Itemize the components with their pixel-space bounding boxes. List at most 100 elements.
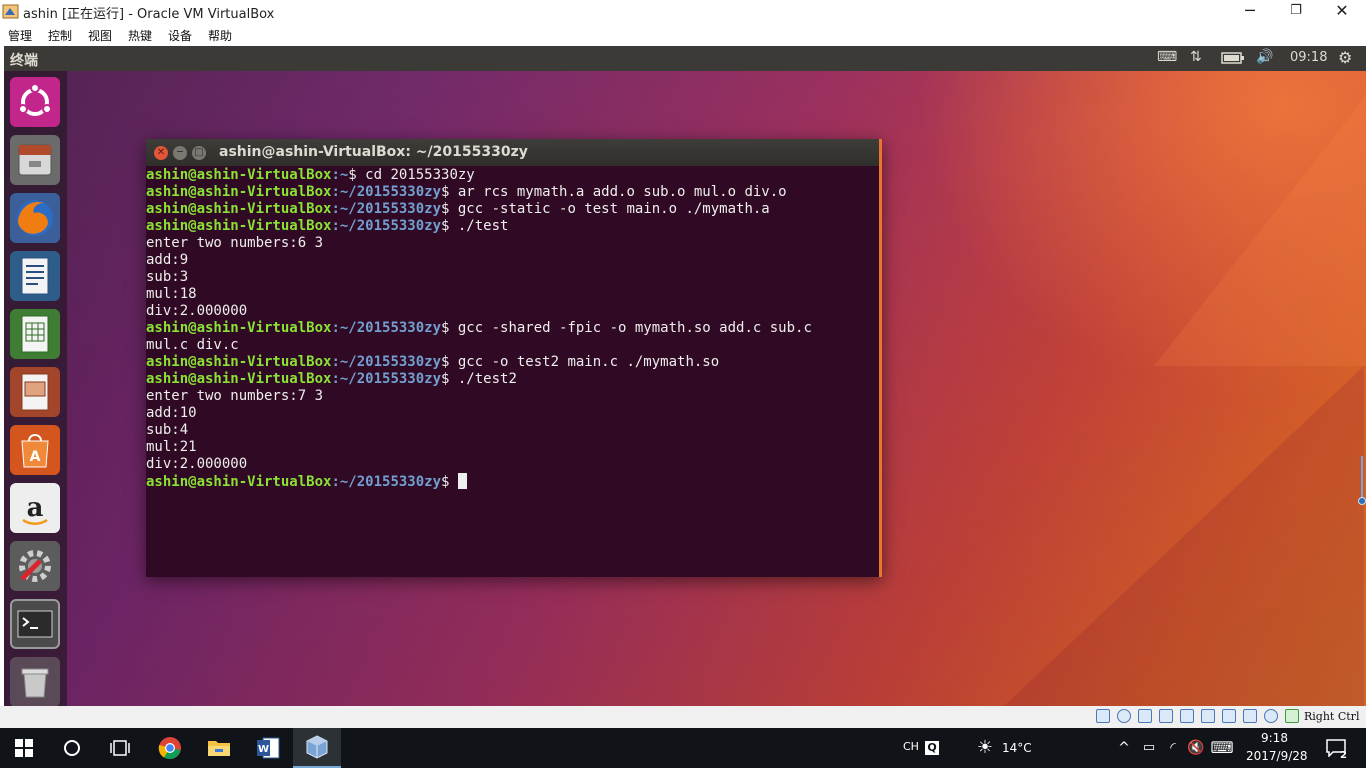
terminal-icon[interactable]: [10, 599, 60, 649]
software-center-icon[interactable]: A: [10, 425, 60, 475]
wifi-icon[interactable]: ◜: [1161, 728, 1185, 768]
close-button[interactable]: ✕: [1319, 0, 1365, 23]
terminal-prompt-line: ashin@ashin-VirtualBox:~/20155330zy$ ./t…: [146, 371, 517, 388]
shared-folders-icon[interactable]: [1201, 709, 1215, 723]
taskbar-time[interactable]: 9:18: [1261, 731, 1288, 745]
notification-count-badge: 2: [1340, 750, 1347, 761]
menu-help[interactable]: 帮助: [208, 27, 232, 44]
command-text: $: [441, 474, 458, 490]
temperature-label[interactable]: 14°C: [1002, 741, 1032, 755]
prompt-path: :~: [331, 167, 349, 183]
start-button[interactable]: [0, 728, 48, 768]
vbox-titlebar: ashin [正在运行] - Oracle VM VirtualBox ─ ❐ …: [0, 0, 1366, 23]
terminal-output-line: mul.c div.c: [146, 337, 239, 353]
network-icon[interactable]: ⇅: [1190, 49, 1202, 65]
trash-icon[interactable]: [10, 657, 60, 706]
prompt-path: :~/20155330zy: [331, 371, 442, 387]
prompt-user: ashin@ashin-VirtualBox: [146, 184, 332, 200]
terminal-output-line: sub:4: [146, 422, 189, 438]
terminal-prompt-line: ashin@ashin-VirtualBox:~/20155330zy$ gcc…: [146, 320, 812, 337]
volume-muted-icon[interactable]: 🔇: [1184, 728, 1208, 768]
guest-scroll-indicator[interactable]: [1358, 456, 1366, 506]
ime-mode-icon[interactable]: Q: [920, 728, 944, 768]
display-icon[interactable]: [1222, 709, 1236, 723]
terminal-close-button[interactable]: ✕: [154, 146, 168, 160]
terminal-output-line: enter two numbers:7 3: [146, 388, 324, 404]
chrome-icon[interactable]: [146, 728, 194, 768]
gear-icon[interactable]: ⚙: [1338, 48, 1352, 67]
vbox-menubar: 管理 控制 视图 热键 设备 帮助: [0, 23, 1366, 45]
firefox-icon[interactable]: [10, 193, 60, 243]
windows-taskbar: W CH Q ☀ 14°C ^ ▭ ◜ 🔇 ⌨ 9:18 2017/9/28 2: [0, 728, 1366, 768]
search-button[interactable]: [48, 728, 96, 768]
optical-drive-icon[interactable]: [1117, 709, 1131, 723]
terminal-window[interactable]: ✕ ─ □ ashin@ashin-VirtualBox: ~/20155330…: [146, 139, 882, 577]
restore-button[interactable]: ❐: [1273, 0, 1319, 23]
network-adapter-icon[interactable]: [1159, 709, 1173, 723]
terminal-output-line: div:2.000000: [146, 303, 248, 319]
terminal-output-line: enter two numbers:6 3: [146, 235, 324, 251]
prompt-path: :~/20155330zy: [331, 184, 442, 200]
ubuntu-dash-icon[interactable]: [10, 77, 60, 127]
menu-devices[interactable]: 设备: [168, 27, 192, 44]
video-capture-icon[interactable]: [1243, 709, 1257, 723]
calc-icon[interactable]: [10, 309, 60, 359]
terminal-prompt-line: ashin@ashin-VirtualBox:~/20155330zy$ ./t…: [146, 218, 508, 235]
mouse-integration-icon[interactable]: [1285, 709, 1299, 723]
wallpaper-facet: [1154, 86, 1366, 366]
virtualbox-taskbar-icon[interactable]: [293, 728, 341, 768]
cpu-icon[interactable]: [1264, 709, 1278, 723]
keyboard-icon[interactable]: ⌨: [1208, 728, 1236, 768]
file-explorer-icon[interactable]: [195, 728, 243, 768]
battery-icon[interactable]: ▭: [1137, 728, 1161, 768]
svg-text:a: a: [27, 493, 44, 523]
menu-view[interactable]: 视图: [88, 27, 112, 44]
action-center-button[interactable]: [1316, 728, 1356, 768]
unity-launcher: A a: [4, 71, 67, 706]
terminal-titlebar[interactable]: ✕ ─ □ ashin@ashin-VirtualBox: ~/20155330…: [146, 139, 879, 166]
svg-text:A: A: [30, 449, 41, 465]
terminal-output[interactable]: ashin@ashin-VirtualBox:~$ cd 20155330zy a…: [146, 167, 876, 577]
command-text: $ cd 20155330zy: [348, 167, 475, 183]
prompt-path: :~/20155330zy: [331, 354, 442, 370]
amazon-icon[interactable]: a: [10, 483, 60, 533]
terminal-maximize-button[interactable]: □: [192, 146, 206, 160]
terminal-output-line: mul:18: [146, 286, 197, 302]
menu-manage[interactable]: 管理: [8, 27, 32, 44]
minimize-button[interactable]: ─: [1227, 0, 1273, 23]
command-text: $ gcc -o test2 main.c ./mymath.so: [441, 354, 720, 370]
audio-icon[interactable]: [1138, 709, 1152, 723]
writer-icon[interactable]: [10, 251, 60, 301]
terminal-prompt-line: ashin@ashin-VirtualBox:~$ cd 20155330zy: [146, 167, 475, 184]
terminal-prompt-line: ashin@ashin-VirtualBox:~/20155330zy$ ar …: [146, 184, 787, 201]
prompt-user: ashin@ashin-VirtualBox: [146, 371, 332, 387]
hdd-icon[interactable]: [1096, 709, 1110, 723]
task-view-button[interactable]: [96, 728, 144, 768]
window-title: ashin [正在运行] - Oracle VM VirtualBox: [23, 7, 275, 22]
chevron-up-icon[interactable]: ^: [1112, 728, 1136, 768]
word-icon[interactable]: W: [244, 728, 292, 768]
keyboard-icon[interactable]: ⌨: [1157, 49, 1177, 65]
settings-icon[interactable]: [10, 541, 60, 591]
terminal-minimize-button[interactable]: ─: [173, 146, 187, 160]
prompt-path: :~/20155330zy: [331, 201, 442, 217]
battery-icon[interactable]: [1221, 52, 1245, 64]
terminal-output-line: div:2.000000: [146, 456, 248, 472]
weather-sun-icon[interactable]: ☀: [968, 728, 1002, 768]
ubuntu-top-panel: 终端 ⌨ ⇅ 🔊 09:18 ⚙: [4, 46, 1366, 71]
panel-clock[interactable]: 09:18: [1290, 50, 1327, 65]
terminal-title: ashin@ashin-VirtualBox: ~/20155330zy: [219, 144, 528, 160]
ime-indicator[interactable]: CH: [903, 740, 919, 753]
prompt-user: ashin@ashin-VirtualBox: [146, 320, 332, 336]
guest-desktop[interactable]: 终端 ⌨ ⇅ 🔊 09:18 ⚙ A a ✕ ─ □ ashin@ashin-V…: [4, 46, 1366, 706]
files-icon[interactable]: [10, 135, 60, 185]
impress-icon[interactable]: [10, 367, 60, 417]
volume-icon[interactable]: 🔊: [1256, 49, 1273, 65]
command-text: $ ar rcs mymath.a add.o sub.o mul.o div.…: [441, 184, 787, 200]
menu-control[interactable]: 控制: [48, 27, 72, 44]
menu-hotkey[interactable]: 热键: [128, 27, 152, 44]
taskbar-date[interactable]: 2017/9/28: [1246, 749, 1308, 763]
usb-icon[interactable]: [1180, 709, 1194, 723]
prompt-user: ashin@ashin-VirtualBox: [146, 167, 332, 183]
wallpaper-facet: [1004, 366, 1364, 706]
